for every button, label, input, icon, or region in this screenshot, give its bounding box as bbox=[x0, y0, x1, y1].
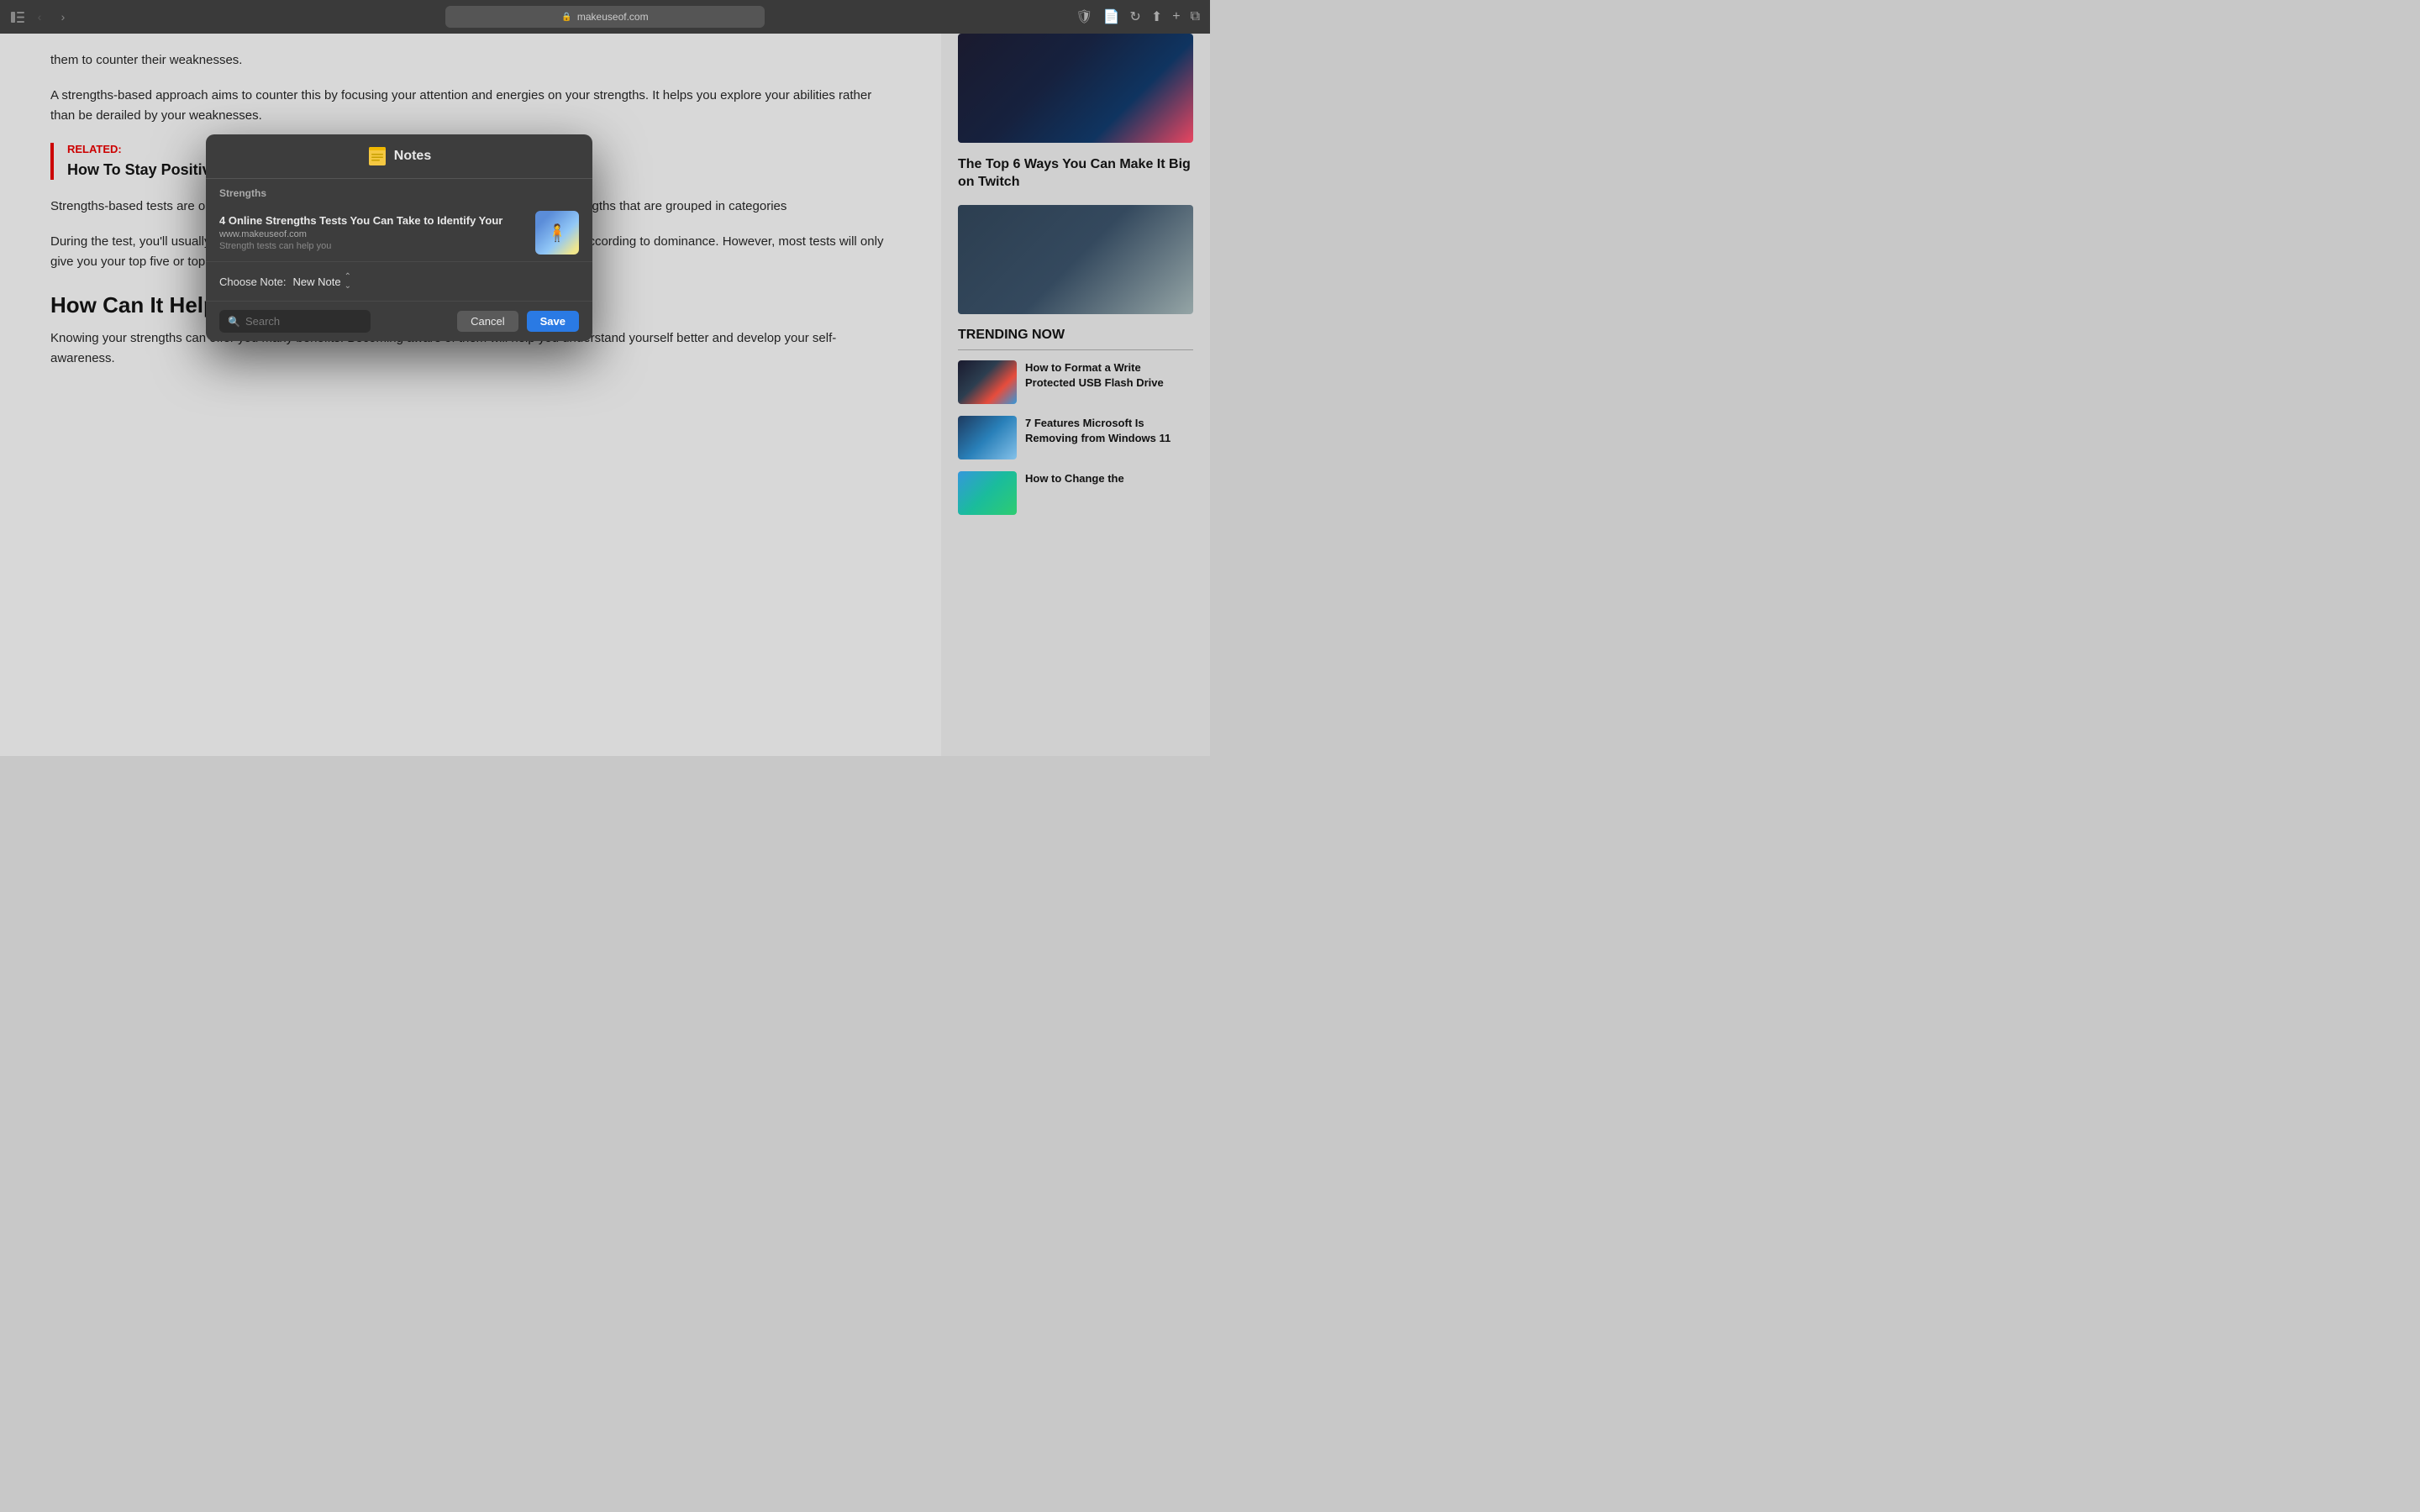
search-input[interactable] bbox=[245, 315, 362, 328]
dialog-buttons: Cancel Save bbox=[457, 311, 579, 332]
dialog-body: Strengths 4 Online Strengths Tests You C… bbox=[206, 179, 592, 341]
list-item: How to Format a Write Protected USB Flas… bbox=[958, 360, 1193, 404]
trending-thumb-1 bbox=[958, 416, 1017, 459]
notes-dialog: Notes Strengths 4 Online Strengths Tests… bbox=[206, 134, 592, 341]
browser-actions: 🛡 📄 ↻ ⬆ + ⧉ bbox=[1076, 8, 1200, 25]
share-icon[interactable]: ⬆ bbox=[1151, 8, 1162, 25]
new-tab-button[interactable]: + bbox=[1172, 9, 1180, 24]
dialog-header: Notes bbox=[206, 134, 592, 179]
notes-folder-label: Strengths bbox=[206, 179, 592, 204]
note-title: 4 Online Strengths Tests You Can Take to… bbox=[219, 214, 525, 228]
shield-icon: 🛡 bbox=[1076, 8, 1092, 25]
chevron-up-down-icon: ⌃⌄ bbox=[345, 272, 351, 291]
back-button[interactable]: ‹ bbox=[30, 8, 49, 26]
reload-button[interactable]: ↻ bbox=[1129, 8, 1140, 25]
choose-note-dropdown[interactable]: New Note ⌃⌄ bbox=[293, 272, 351, 291]
note-thumb-image: 🧍 bbox=[535, 211, 579, 255]
note-thumbnail: 🧍 bbox=[535, 211, 579, 255]
search-icon: 🔍 bbox=[228, 316, 240, 328]
reader-icon[interactable]: 📄 bbox=[1102, 8, 1119, 25]
choose-note-value: New Note bbox=[293, 276, 341, 288]
browser-controls: ‹ › bbox=[10, 8, 72, 26]
trending-title-2: How to Change the bbox=[1025, 471, 1124, 515]
choose-note-row: Choose Note: New Note ⌃⌄ bbox=[206, 262, 592, 302]
browser-chrome: ‹ › 🔒 makeuseof.com 🛡 📄 ↻ ⬆ + ⧉ bbox=[0, 0, 1210, 34]
search-and-buttons-row: 🔍 Cancel Save bbox=[206, 302, 592, 341]
dialog-title: Notes bbox=[394, 149, 431, 164]
trending-thumb-0 bbox=[958, 360, 1017, 404]
sidebar-article-image bbox=[958, 34, 1193, 143]
main-layout: them to counter their weaknesses. A stre… bbox=[0, 34, 1210, 756]
article-paragraph-2: A strengths-based approach aims to count… bbox=[50, 86, 891, 126]
trending-title-0: How to Format a Write Protected USB Flas… bbox=[1025, 360, 1193, 404]
forward-button[interactable]: › bbox=[54, 8, 72, 26]
note-url: www.makeuseof.com bbox=[219, 229, 525, 239]
url-text: makeuseof.com bbox=[577, 11, 649, 23]
tab-overview-button[interactable]: ⧉ bbox=[1191, 9, 1200, 24]
list-item: How to Change the bbox=[958, 471, 1193, 515]
address-bar[interactable]: 🔒 makeuseof.com bbox=[445, 6, 765, 28]
notes-app-icon bbox=[367, 146, 387, 166]
sidebar-article-image-2 bbox=[958, 205, 1193, 314]
save-button[interactable]: Save bbox=[527, 311, 579, 332]
notes-icon bbox=[367, 146, 387, 166]
note-preview: Strength tests can help you bbox=[219, 241, 525, 251]
trending-heading: TRENDING NOW bbox=[958, 328, 1193, 350]
sidebar-toggle-button[interactable] bbox=[10, 11, 25, 23]
choose-note-label: Choose Note: bbox=[219, 276, 287, 288]
trending-thumb-2 bbox=[958, 471, 1017, 515]
lock-icon: 🔒 bbox=[561, 13, 571, 22]
note-item: 4 Online Strengths Tests You Can Take to… bbox=[206, 204, 592, 262]
sidebar: The Top 6 Ways You Can Make It Big on Tw… bbox=[941, 34, 1210, 756]
cancel-button[interactable]: Cancel bbox=[457, 311, 518, 332]
trending-title-1: 7 Features Microsoft Is Removing from Wi… bbox=[1025, 416, 1193, 459]
note-text: 4 Online Strengths Tests You Can Take to… bbox=[219, 214, 525, 252]
list-item: 7 Features Microsoft Is Removing from Wi… bbox=[958, 416, 1193, 459]
search-wrapper: 🔍 bbox=[219, 310, 371, 333]
sidebar-article-title: The Top 6 Ways You Can Make It Big on Tw… bbox=[958, 156, 1193, 192]
article-paragraph-1: them to counter their weaknesses. bbox=[50, 50, 891, 71]
